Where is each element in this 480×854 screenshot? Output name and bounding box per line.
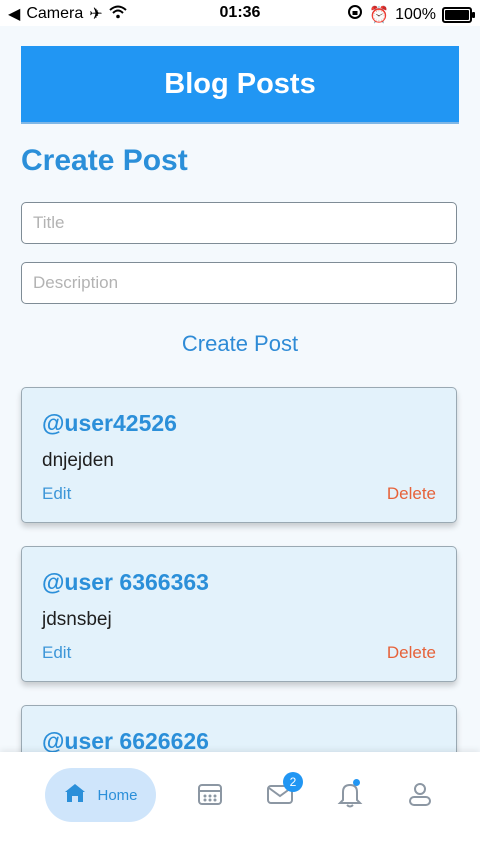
- title-input[interactable]: [21, 202, 457, 244]
- battery-icon: [442, 6, 475, 23]
- page-title: Blog Posts: [164, 67, 316, 100]
- edit-button[interactable]: Edit: [42, 643, 71, 663]
- nav-home-label: Home: [97, 786, 138, 804]
- edit-button[interactable]: Edit: [42, 484, 71, 504]
- post-username: @user 6626626: [42, 728, 209, 754]
- post-body: jdsnsbej: [42, 609, 112, 630]
- notification-dot: [353, 779, 360, 786]
- bottom-nav: Home 2: [0, 752, 480, 854]
- post-body: dnjejden: [42, 450, 114, 471]
- description-input[interactable]: [21, 262, 457, 304]
- app-screen: ◀ Camera ✈ 01:36 ⏰ 100% Blog Posts Creat…: [0, 0, 480, 854]
- post-card: @user42526 dnjejden Edit Delete: [21, 387, 457, 523]
- status-bar: ◀ Camera ✈ 01:36 ⏰ 100%: [0, 0, 480, 26]
- create-post-button[interactable]: Create Post: [0, 330, 480, 358]
- post-card: @user 6366363 jdsnsbej Edit Delete: [21, 546, 457, 682]
- delete-button[interactable]: Delete: [387, 643, 436, 663]
- alarm-icon: ⏰: [369, 6, 390, 24]
- status-right: ⏰ 100%: [347, 4, 475, 25]
- mail-badge: 2: [283, 772, 303, 792]
- delete-button[interactable]: Delete: [387, 484, 436, 504]
- post-username: @user 6366363: [42, 569, 209, 595]
- post-username: @user42526: [42, 410, 177, 436]
- calendar-icon[interactable]: [196, 780, 224, 808]
- nav-home-button[interactable]: Home: [45, 768, 156, 822]
- battery-percent: 100%: [395, 5, 436, 23]
- create-post-heading: Create Post: [21, 144, 188, 177]
- app-header: Blog Posts: [21, 46, 459, 122]
- bell-icon[interactable]: [336, 780, 364, 808]
- profile-icon[interactable]: [406, 780, 434, 808]
- rotation-lock-icon: [347, 4, 363, 25]
- home-icon: [63, 781, 87, 810]
